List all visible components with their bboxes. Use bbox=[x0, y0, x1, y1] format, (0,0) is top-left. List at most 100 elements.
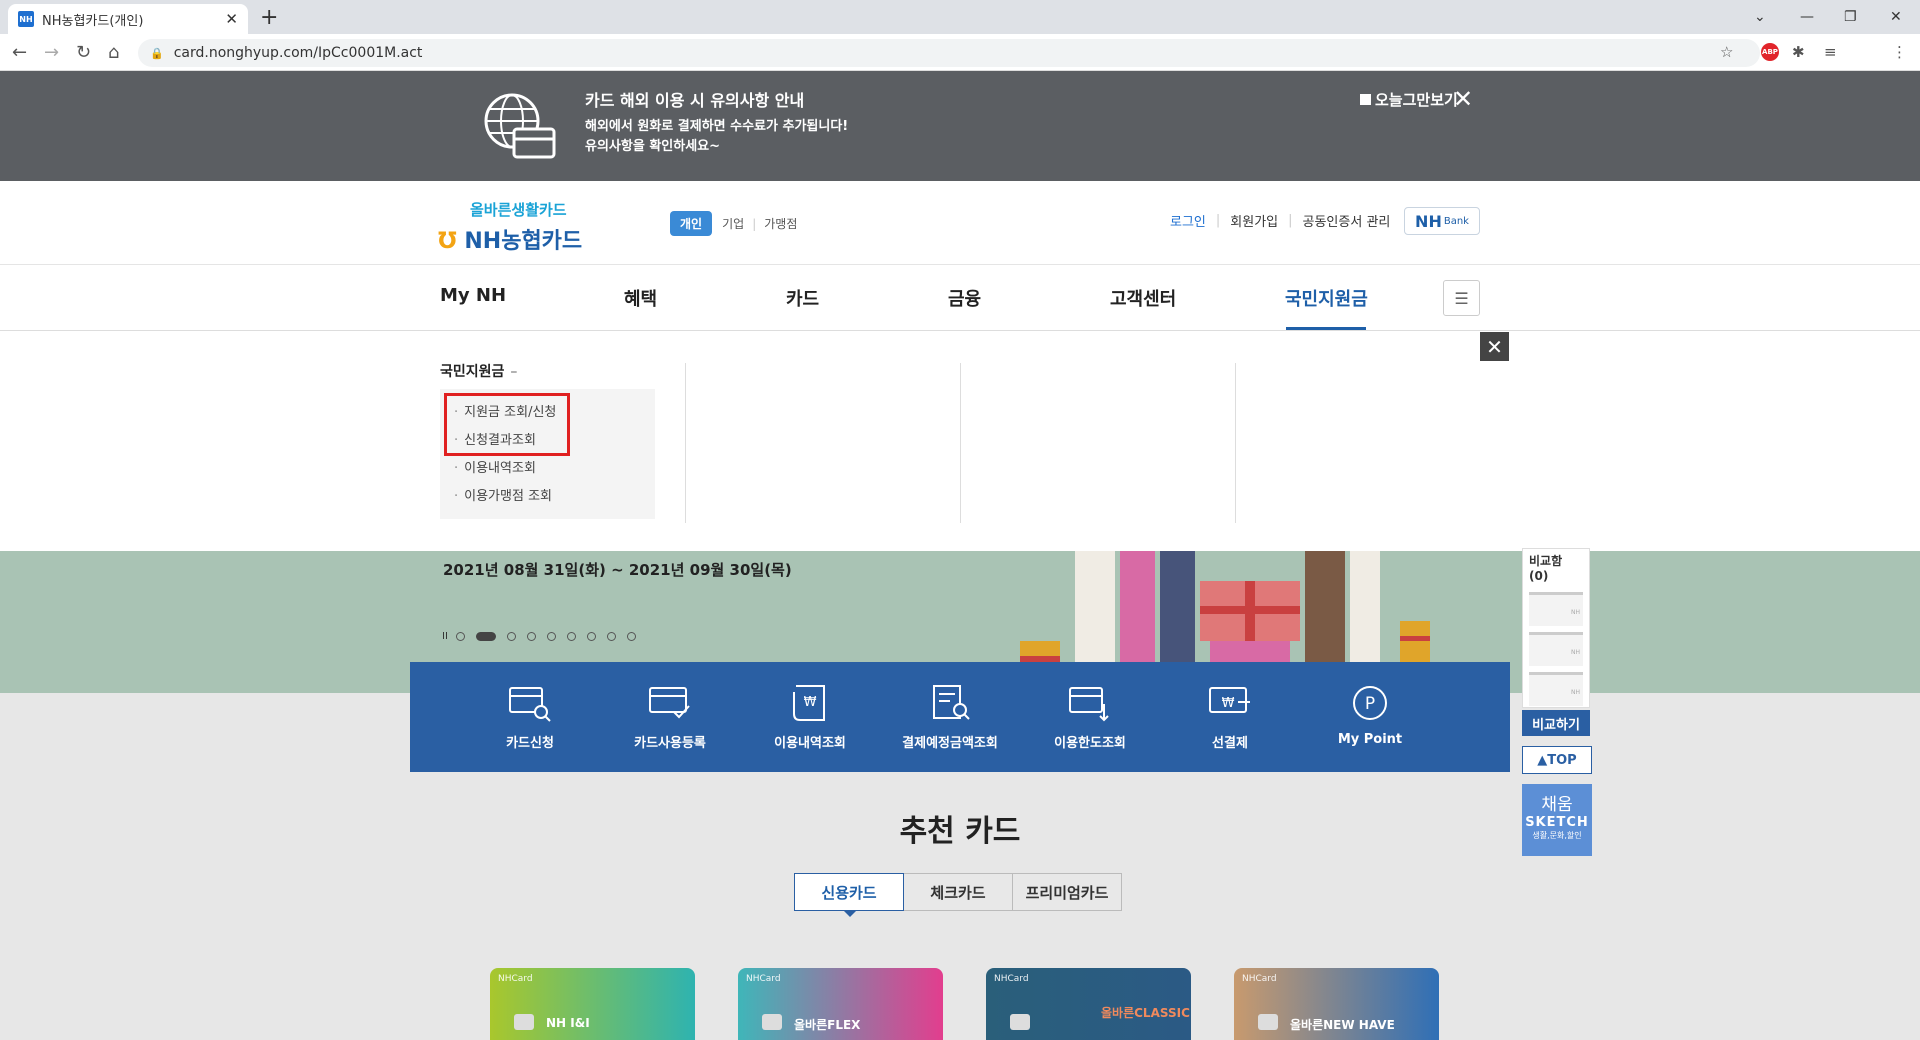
hide-today-checkbox[interactable]: 오늘그만보기 bbox=[1360, 89, 1458, 110]
bookmark-star-icon[interactable]: ☆ bbox=[1720, 43, 1733, 61]
compare-button[interactable]: 비교하기 bbox=[1522, 710, 1590, 736]
hamburger-menu-icon[interactable]: ☰ bbox=[1443, 280, 1480, 316]
nav-national-support[interactable]: 국민지원금 bbox=[1285, 285, 1368, 311]
back-icon[interactable]: ← bbox=[12, 42, 27, 63]
browser-tab[interactable]: NH NH농협카드(개인) ✕ bbox=[8, 4, 248, 34]
svg-text:₩: ₩ bbox=[804, 695, 817, 710]
compare-slot[interactable]: NH bbox=[1529, 672, 1583, 706]
carousel-dot[interactable] bbox=[506, 632, 516, 641]
certificate-link[interactable]: 공동인증서 관리 bbox=[1303, 211, 1391, 230]
segment-business[interactable]: 기업 bbox=[722, 215, 744, 232]
submenu-heading[interactable]: 국민지원금 – bbox=[440, 361, 517, 381]
browser-tab-bar: NH NH농협카드(개인) ✕ + ⌄ — ❐ ✕ bbox=[0, 0, 1920, 34]
quick-usage-history[interactable]: ₩ 이용내역조회 bbox=[750, 684, 870, 751]
carousel-dot[interactable] bbox=[626, 632, 636, 641]
sketch-banner[interactable]: 채움 SKETCH 생활,문화,할인 bbox=[1522, 784, 1592, 856]
extensions-icon[interactable]: ✱ bbox=[1792, 43, 1805, 61]
tab-check-card[interactable]: 체크카드 bbox=[903, 873, 1013, 911]
hide-today-label: 오늘그만보기 bbox=[1375, 91, 1458, 109]
carousel-dot[interactable] bbox=[455, 632, 465, 641]
card-brand: NHCard bbox=[1242, 974, 1277, 984]
url-text: card.nonghyup.com/IpCc0001M.act bbox=[173, 45, 423, 61]
mega-menu: ✕ 국민지원금– 지원금 조회/신청 신청결과조회 이용내역조회 이용가맹점 조… bbox=[0, 331, 1920, 551]
browser-menu-icon[interactable]: ⋮ bbox=[1892, 43, 1907, 61]
segment-merchant[interactable]: 가맹점 bbox=[764, 215, 797, 232]
side-floating-panel: 비교함 (0) NH NH NH 비교하기 ▲TOP 채움 SKETCH 생활,… bbox=[1522, 548, 1592, 856]
quick-label: 이용한도조회 bbox=[1054, 736, 1126, 751]
card-brand: NHCard bbox=[994, 974, 1029, 984]
maximize-icon[interactable]: ❐ bbox=[1844, 0, 1857, 34]
new-tab-icon[interactable]: + bbox=[260, 5, 278, 30]
logo-slogan[interactable]: 올바른생활카드 bbox=[470, 199, 567, 220]
submenu-merchants[interactable]: 이용가맹점 조회 bbox=[454, 485, 552, 504]
nav-customer-center[interactable]: 고객센터 bbox=[1110, 285, 1176, 311]
site-logo[interactable]: Ʊ NH농협카드 bbox=[438, 223, 582, 255]
quick-label: 이용내역조회 bbox=[774, 736, 846, 751]
card-chip bbox=[1010, 1014, 1030, 1030]
carousel-dot[interactable] bbox=[526, 632, 536, 641]
carousel-dot[interactable] bbox=[606, 632, 616, 641]
compare-slot[interactable]: NH bbox=[1529, 632, 1583, 666]
divider: | bbox=[1288, 213, 1293, 228]
window-close-icon[interactable]: ✕ bbox=[1890, 0, 1902, 34]
tab-credit-card[interactable]: 신용카드 bbox=[794, 873, 904, 917]
point-icon: P bbox=[1353, 686, 1387, 720]
tab-premium-card[interactable]: 프리미엄카드 bbox=[1012, 873, 1122, 911]
quick-label: 카드사용등록 bbox=[634, 736, 706, 751]
nav-benefits[interactable]: 혜택 bbox=[624, 285, 657, 311]
carousel-dot[interactable] bbox=[546, 632, 556, 641]
compare-slot[interactable]: NH bbox=[1529, 592, 1583, 626]
red-highlight-box bbox=[444, 393, 570, 456]
recommend-title: 추천 카드 bbox=[899, 814, 1021, 849]
home-icon[interactable]: ⌂ bbox=[108, 42, 119, 63]
svg-text:₩: ₩ bbox=[1222, 696, 1235, 711]
notice-close-icon[interactable]: ✕ bbox=[1453, 85, 1473, 113]
tab-search-icon[interactable]: ⌄ bbox=[1754, 0, 1766, 34]
nh-bank-button[interactable]: NH Bank bbox=[1404, 207, 1480, 235]
login-link[interactable]: 로그인 bbox=[1170, 211, 1206, 230]
card-search-icon bbox=[509, 687, 551, 722]
carousel-dot[interactable] bbox=[566, 632, 576, 641]
quick-card-apply[interactable]: 카드신청 bbox=[470, 684, 590, 751]
nh-favicon-icon: NH bbox=[18, 11, 34, 27]
tab-close-icon[interactable]: ✕ bbox=[225, 10, 238, 28]
quick-prepayment[interactable]: ₩ 선결제 bbox=[1170, 684, 1290, 751]
recommend-card[interactable]: NHCard 올바른NEW HAVE bbox=[1234, 968, 1439, 1040]
card-name: 올바른CLASSIC bbox=[1101, 1006, 1190, 1020]
recommend-card[interactable]: NHCard NH I&I bbox=[490, 968, 695, 1040]
scroll-top-button[interactable]: ▲TOP bbox=[1522, 746, 1592, 774]
quick-payment-due[interactable]: 결제예정금액조회 bbox=[890, 684, 1010, 751]
quick-card-register[interactable]: 카드사용등록 bbox=[610, 684, 730, 751]
nav-card[interactable]: 카드 bbox=[786, 285, 819, 311]
menu-close-icon[interactable]: ✕ bbox=[1480, 332, 1509, 361]
document-search-icon bbox=[933, 685, 970, 720]
receipt-won-icon: ₩ bbox=[793, 685, 825, 721]
recommend-card[interactable]: NHCard 올바른FLEX bbox=[738, 968, 943, 1040]
nhbank-label: NH bbox=[1415, 211, 1442, 231]
forward-icon[interactable]: → bbox=[44, 42, 59, 63]
signup-link[interactable]: 회원가입 bbox=[1230, 211, 1278, 230]
logo-text: NH농협카드 bbox=[464, 229, 583, 254]
card-brand: NHCard bbox=[498, 974, 533, 984]
nav-my-nh[interactable]: My NH bbox=[440, 285, 506, 306]
notice-body: 해외에서 원화로 결제하면 수수료가 추가됩니다! 유의사항을 확인하세요~ bbox=[585, 117, 885, 157]
reload-icon[interactable]: ↻ bbox=[76, 42, 91, 63]
recommend-card[interactable]: NHCard 올바른CLASSIC bbox=[986, 968, 1191, 1040]
card-name: 올바른FLEX bbox=[794, 1018, 861, 1032]
reading-list-icon[interactable]: ≡ bbox=[1824, 43, 1837, 61]
pause-icon[interactable]: II bbox=[442, 631, 448, 642]
quick-my-point[interactable]: P My Point bbox=[1310, 684, 1430, 747]
nav-finance[interactable]: 금융 bbox=[948, 285, 981, 311]
carousel-dot-active[interactable] bbox=[475, 632, 496, 641]
card-chip bbox=[514, 1014, 534, 1030]
quick-limit-inquiry[interactable]: 이용한도조회 bbox=[1030, 684, 1150, 751]
submenu-history[interactable]: 이용내역조회 bbox=[454, 457, 536, 476]
checkbox-icon bbox=[1360, 94, 1371, 105]
minimize-icon[interactable]: — bbox=[1800, 0, 1814, 34]
segment-personal[interactable]: 개인 bbox=[670, 211, 713, 236]
carousel-dot[interactable] bbox=[586, 632, 596, 641]
card-name: NH I&I bbox=[546, 1016, 590, 1030]
url-input[interactable]: 🔒 card.nonghyup.com/IpCc0001M.act bbox=[138, 39, 1760, 67]
adblock-icon[interactable]: ABP bbox=[1761, 43, 1779, 61]
divider: | bbox=[1215, 213, 1221, 228]
